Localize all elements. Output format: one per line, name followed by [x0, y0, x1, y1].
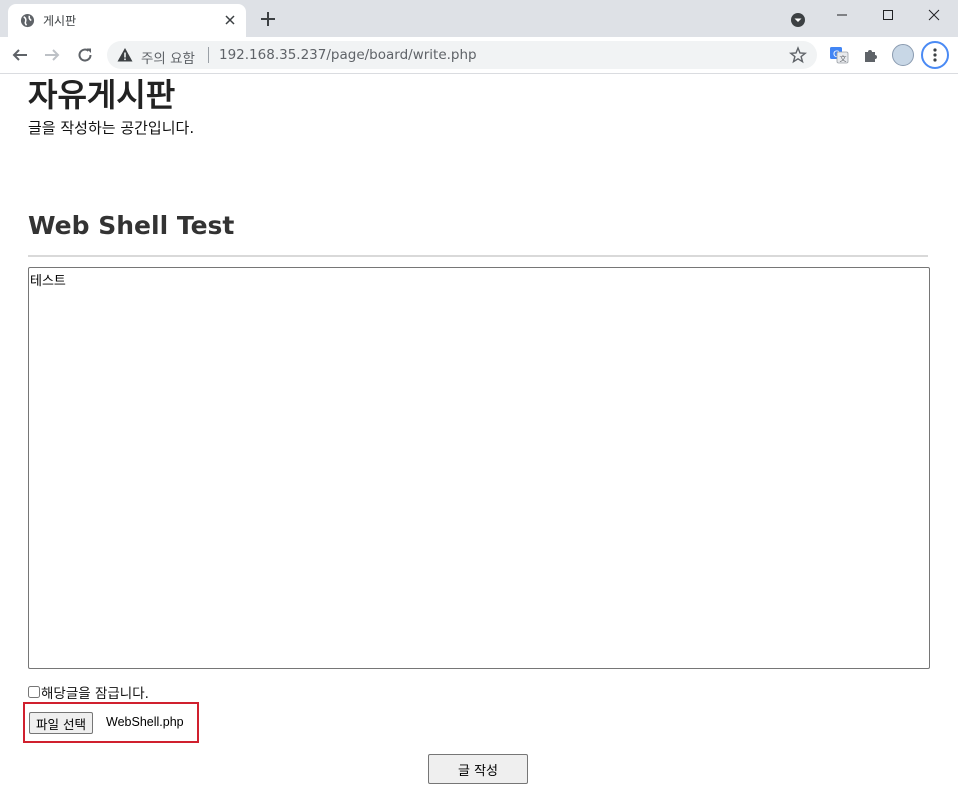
- lock-checkbox[interactable]: [28, 686, 40, 698]
- choose-file-button[interactable]: 파일 선택: [29, 712, 93, 734]
- post-title: Web Shell Test: [28, 211, 235, 240]
- svg-text:文: 文: [840, 54, 847, 63]
- selected-file-name: WebShell.php: [106, 715, 184, 729]
- tab-title: 게시판: [43, 14, 77, 28]
- tab-strip: 게시판: [0, 0, 958, 37]
- address-bar[interactable]: 주의 요함 192.168.35.237/page/board/write.ph…: [107, 41, 817, 69]
- security-label[interactable]: 주의 요함: [141, 47, 195, 67]
- file-upload-highlight: 파일 선택 WebShell.php: [23, 702, 199, 743]
- back-arrow-icon[interactable]: [8, 43, 32, 67]
- window-close-icon[interactable]: [911, 0, 957, 30]
- warning-icon[interactable]: [117, 47, 133, 63]
- plus-icon[interactable]: [259, 10, 277, 28]
- reload-icon[interactable]: [73, 43, 97, 67]
- address-separator: [208, 47, 209, 63]
- page-title: 자유게시판: [28, 76, 176, 114]
- page-subtitle: 글을 작성하는 공간입니다.: [28, 119, 195, 137]
- lock-option[interactable]: 해당글을 잠급니다.: [27, 682, 149, 702]
- url-text[interactable]: 192.168.35.237/page/board/write.php: [219, 47, 477, 63]
- maximize-icon[interactable]: [865, 0, 911, 30]
- star-icon[interactable]: [789, 46, 807, 64]
- globe-icon: [20, 13, 35, 28]
- minimize-icon[interactable]: [819, 0, 865, 30]
- profile-dropdown-icon[interactable]: [789, 11, 807, 29]
- submit-post-button[interactable]: 글 작성: [428, 754, 528, 784]
- avatar[interactable]: [892, 44, 914, 66]
- post-content-textarea[interactable]: 테스트: [28, 267, 930, 669]
- close-icon[interactable]: [222, 12, 238, 28]
- puzzle-icon[interactable]: [861, 45, 881, 65]
- translate-icon[interactable]: G 文: [829, 45, 849, 65]
- lock-label: 해당글을 잠급니다.: [41, 686, 149, 702]
- kebab-menu-icon[interactable]: [921, 41, 949, 69]
- title-divider: [28, 255, 928, 257]
- browser-tab[interactable]: 게시판: [8, 4, 246, 37]
- browser-toolbar: 주의 요함 192.168.35.237/page/board/write.ph…: [0, 37, 958, 74]
- forward-arrow-icon[interactable]: [40, 43, 64, 67]
